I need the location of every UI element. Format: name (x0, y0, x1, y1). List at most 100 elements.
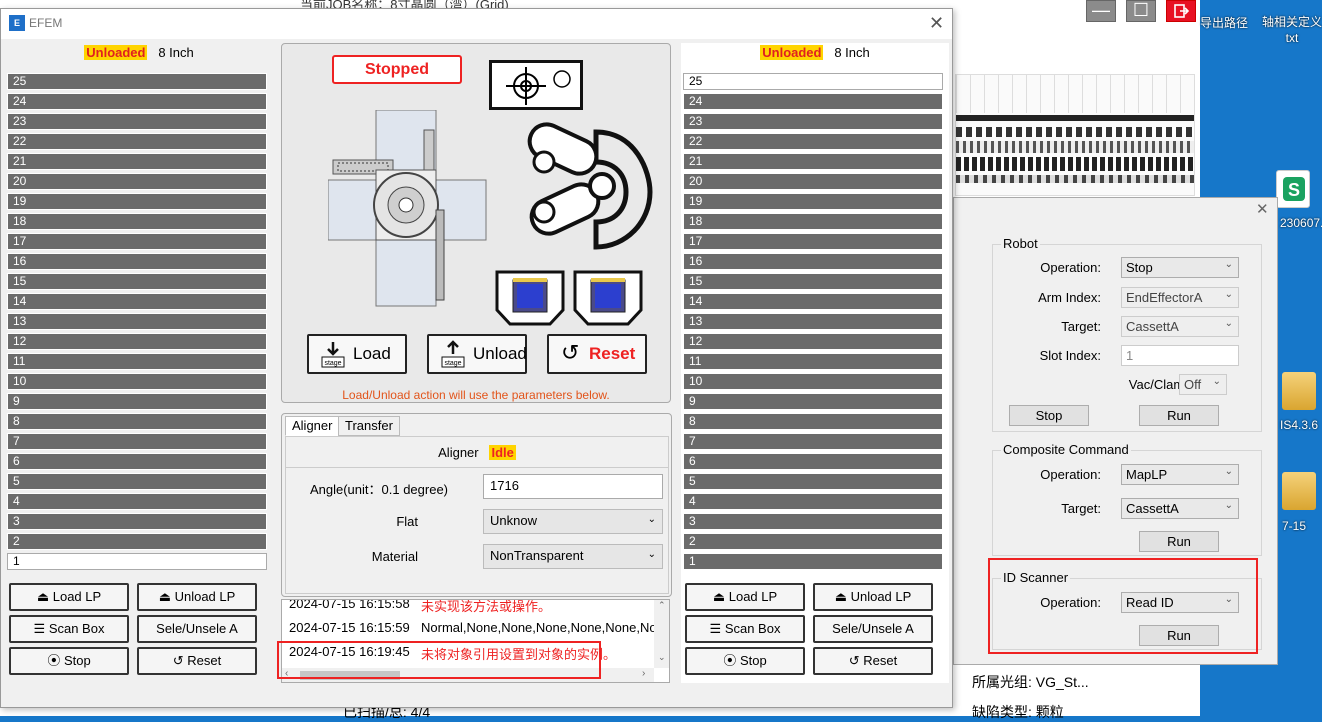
wafer-slot[interactable]: 23 (7, 113, 267, 130)
robot-stop-button[interactable]: Stop (1009, 405, 1089, 426)
wafer-slot[interactable]: 13 (7, 313, 267, 330)
arm-index-select[interactable]: EndEffectorA ⌄ (1121, 287, 1239, 308)
slot-index-input[interactable]: 1 (1121, 345, 1239, 366)
load-lp-button[interactable]: ⏏︎ Load LP (9, 583, 129, 611)
desktop-icon-715[interactable]: 7-15 (1282, 519, 1306, 533)
stop-button[interactable]: ⦿ Stop (9, 647, 129, 675)
wafer-slot[interactable]: 4 (7, 493, 267, 510)
wafer-slot[interactable]: 11 (7, 353, 267, 370)
wafer-slot[interactable]: 3 (7, 513, 267, 530)
angle-input[interactable]: 1716 (483, 474, 663, 499)
wafer-slot[interactable]: 23 (683, 113, 943, 130)
wafer-slot[interactable]: 16 (683, 253, 943, 270)
desktop-icon-export-path[interactable]: 导出路径 (1200, 14, 1248, 31)
scroll-up-icon[interactable]: ⌃ (658, 600, 666, 611)
wafer-slot[interactable]: 2 (683, 533, 943, 550)
wafer-slot[interactable]: 9 (7, 393, 267, 410)
wafer-slot[interactable]: 11 (683, 353, 943, 370)
scroll-down-icon[interactable]: ⌄ (658, 652, 666, 663)
target-select[interactable]: CassettA ⌄ (1121, 316, 1239, 337)
wafer-slot[interactable]: 22 (683, 133, 943, 150)
robot-reset-button[interactable]: ↺ Reset (547, 334, 647, 374)
wafer-slot[interactable]: 4 (683, 493, 943, 510)
wafer-slot[interactable]: 12 (7, 333, 267, 350)
wafer-slot[interactable]: 14 (683, 293, 943, 310)
load-lp-button[interactable]: ⏏︎ Load LP (685, 583, 805, 611)
composite-run-button[interactable]: Run (1139, 531, 1219, 552)
wafer-slot[interactable]: 2 (7, 533, 267, 550)
wafer-slot[interactable]: 19 (7, 193, 267, 210)
wafer-slot[interactable]: 22 (7, 133, 267, 150)
wafer-slot[interactable]: 7 (683, 433, 943, 450)
exit-icon[interactable] (1166, 0, 1196, 22)
composite-operation-select[interactable]: MapLP ⌄ (1121, 464, 1239, 485)
wafer-slot[interactable]: 15 (7, 273, 267, 290)
wafer-slot[interactable]: 5 (683, 473, 943, 490)
wafer-slot[interactable]: 21 (7, 153, 267, 170)
flat-select[interactable]: Unknow ⌄ (483, 509, 663, 534)
wafer-slot[interactable]: 6 (7, 453, 267, 470)
wafer-slot[interactable]: 18 (683, 213, 943, 230)
desktop-icon-axis-definition[interactable]: 轴相关定义 txt (1262, 14, 1322, 46)
tab-transfer[interactable]: Transfer (338, 416, 400, 436)
wafer-slot[interactable]: 15 (683, 273, 943, 290)
stop-button[interactable]: ⦿ Stop (685, 647, 805, 675)
wafer-slot[interactable]: 19 (683, 193, 943, 210)
wafer-slot[interactable]: 21 (683, 153, 943, 170)
wafer-slot[interactable]: 9 (683, 393, 943, 410)
load-button[interactable]: stage Load (307, 334, 407, 374)
scan-box-button[interactable]: ☰ Scan Box (9, 615, 129, 643)
folder-icon[interactable] (1282, 372, 1316, 410)
wafer-slot[interactable]: 18 (7, 213, 267, 230)
composite-target-select[interactable]: CassettA ⌄ (1121, 498, 1239, 519)
wafer-slot[interactable]: 14 (7, 293, 267, 310)
wafer-slot[interactable]: 24 (7, 93, 267, 110)
vertical-scrollbar[interactable]: ⌃ ⌄ (654, 600, 669, 668)
wafer-slot[interactable]: 12 (683, 333, 943, 350)
desktop-icon-is436[interactable]: IS4.3.6 (1280, 418, 1318, 432)
robot-run-button[interactable]: Run (1139, 405, 1219, 426)
wafer-slot[interactable]: 5 (7, 473, 267, 490)
wafer-slot[interactable]: 17 (683, 233, 943, 250)
wafer-slot[interactable]: 7 (7, 433, 267, 450)
wafer-slot[interactable]: 20 (683, 173, 943, 190)
wafer-slot[interactable]: 6 (683, 453, 943, 470)
tab-aligner[interactable]: Aligner (285, 416, 340, 436)
spreadsheet-icon[interactable]: S (1276, 170, 1310, 208)
unload-button[interactable]: stage Unload (427, 334, 527, 374)
folder-icon[interactable] (1282, 472, 1316, 510)
wafer-slot[interactable]: 1 (683, 553, 943, 570)
wafer-slot[interactable]: 1 (7, 553, 267, 570)
desktop-icon-230607[interactable]: 230607... (1280, 216, 1322, 230)
reset-button[interactable]: ↺ Reset (137, 647, 257, 675)
close-icon[interactable]: ✕ (929, 13, 944, 34)
scroll-right-icon[interactable]: › (642, 668, 645, 679)
wafer-slot[interactable]: 13 (683, 313, 943, 330)
robot-operation-select[interactable]: Stop ⌄ (1121, 257, 1239, 278)
log-entry[interactable]: 2024-07-15 16:15:59 Normal,None,None,None… (289, 620, 657, 635)
wafer-slot[interactable]: 20 (7, 173, 267, 190)
material-select[interactable]: NonTransparent ⌄ (483, 544, 663, 569)
wafer-slot[interactable]: 8 (683, 413, 943, 430)
wafer-slot[interactable]: 10 (683, 373, 943, 390)
reset-button[interactable]: ↺ Reset (813, 647, 933, 675)
log-entry[interactable]: 2024-07-15 16:15:58 未实现该方法或操作。 (289, 600, 551, 614)
wafer-slot[interactable]: 16 (7, 253, 267, 270)
select-all-button[interactable]: Sele/Unsele A (813, 615, 933, 643)
vac-clamp-select[interactable]: Off ⌄ (1179, 374, 1227, 395)
maximize-icon[interactable]: ☐ (1126, 0, 1156, 22)
wafer-slot[interactable]: 10 (7, 373, 267, 390)
wafer-slot[interactable]: 17 (7, 233, 267, 250)
minimize-icon[interactable]: — (1086, 0, 1116, 22)
wafer-slot[interactable]: 3 (683, 513, 943, 530)
unload-lp-button[interactable]: ⏏︎ Unload LP (137, 583, 257, 611)
wafer-slot[interactable]: 24 (683, 93, 943, 110)
wafer-slot[interactable]: 8 (7, 413, 267, 430)
scan-box-button[interactable]: ☰ Scan Box (685, 615, 805, 643)
unload-lp-button[interactable]: ⏏︎ Unload LP (813, 583, 933, 611)
wafer-slot[interactable]: 25 (683, 73, 943, 90)
lp-header: Unloaded 8 Inch (5, 45, 273, 60)
wafer-slot[interactable]: 25 (7, 73, 267, 90)
select-all-button[interactable]: Sele/Unsele A (137, 615, 257, 643)
close-icon[interactable]: ✕ (1256, 200, 1269, 218)
